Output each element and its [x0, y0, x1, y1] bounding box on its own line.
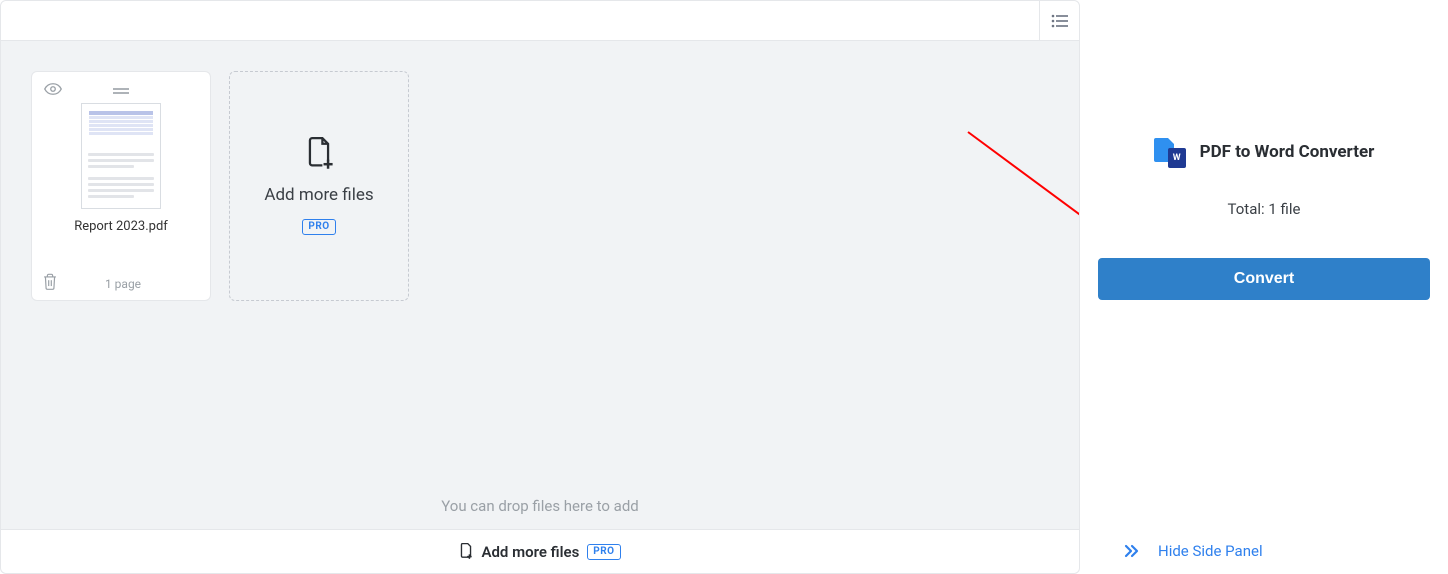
page-count: 1 page [46, 277, 200, 291]
hide-side-panel[interactable]: Hide Side Panel [1098, 542, 1430, 560]
bottom-add-more[interactable]: Add more files PRO [1, 529, 1079, 573]
side-header: W PDF to Word Converter [1098, 138, 1430, 166]
bottom-add-label: Add more files [481, 543, 579, 561]
total-files: Total: 1 file [1098, 200, 1430, 218]
list-view-button[interactable] [1039, 1, 1079, 41]
side-title: PDF to Word Converter [1200, 142, 1375, 162]
hide-side-label: Hide Side Panel [1158, 542, 1263, 560]
side-panel: W PDF to Word Converter Total: 1 file Co… [1080, 0, 1448, 574]
file-name: Report 2023.pdf [42, 219, 200, 234]
main-panel: Report 2023.pdf 1 page [0, 0, 1080, 574]
file-card[interactable]: Report 2023.pdf 1 page [31, 71, 211, 301]
drag-handle-icon[interactable] [113, 80, 129, 99]
add-file-small-icon [459, 543, 473, 560]
main-topbar [1, 1, 1079, 41]
add-more-card[interactable]: Add more files PRO [229, 71, 409, 301]
drop-hint: You can drop files here to add [1, 497, 1079, 515]
add-more-label: Add more files [264, 185, 373, 205]
pro-badge-bottom: PRO [587, 544, 620, 560]
add-file-icon [305, 137, 333, 171]
file-stage: Report 2023.pdf 1 page [1, 41, 1079, 529]
pdf-word-icon: W [1154, 138, 1186, 166]
convert-button[interactable]: Convert [1098, 258, 1430, 300]
chevron-right-double-icon [1124, 544, 1140, 558]
list-icon [1051, 14, 1069, 28]
pro-badge: PRO [302, 219, 335, 235]
preview-icon[interactable] [44, 80, 62, 99]
file-thumbnail [81, 103, 161, 209]
